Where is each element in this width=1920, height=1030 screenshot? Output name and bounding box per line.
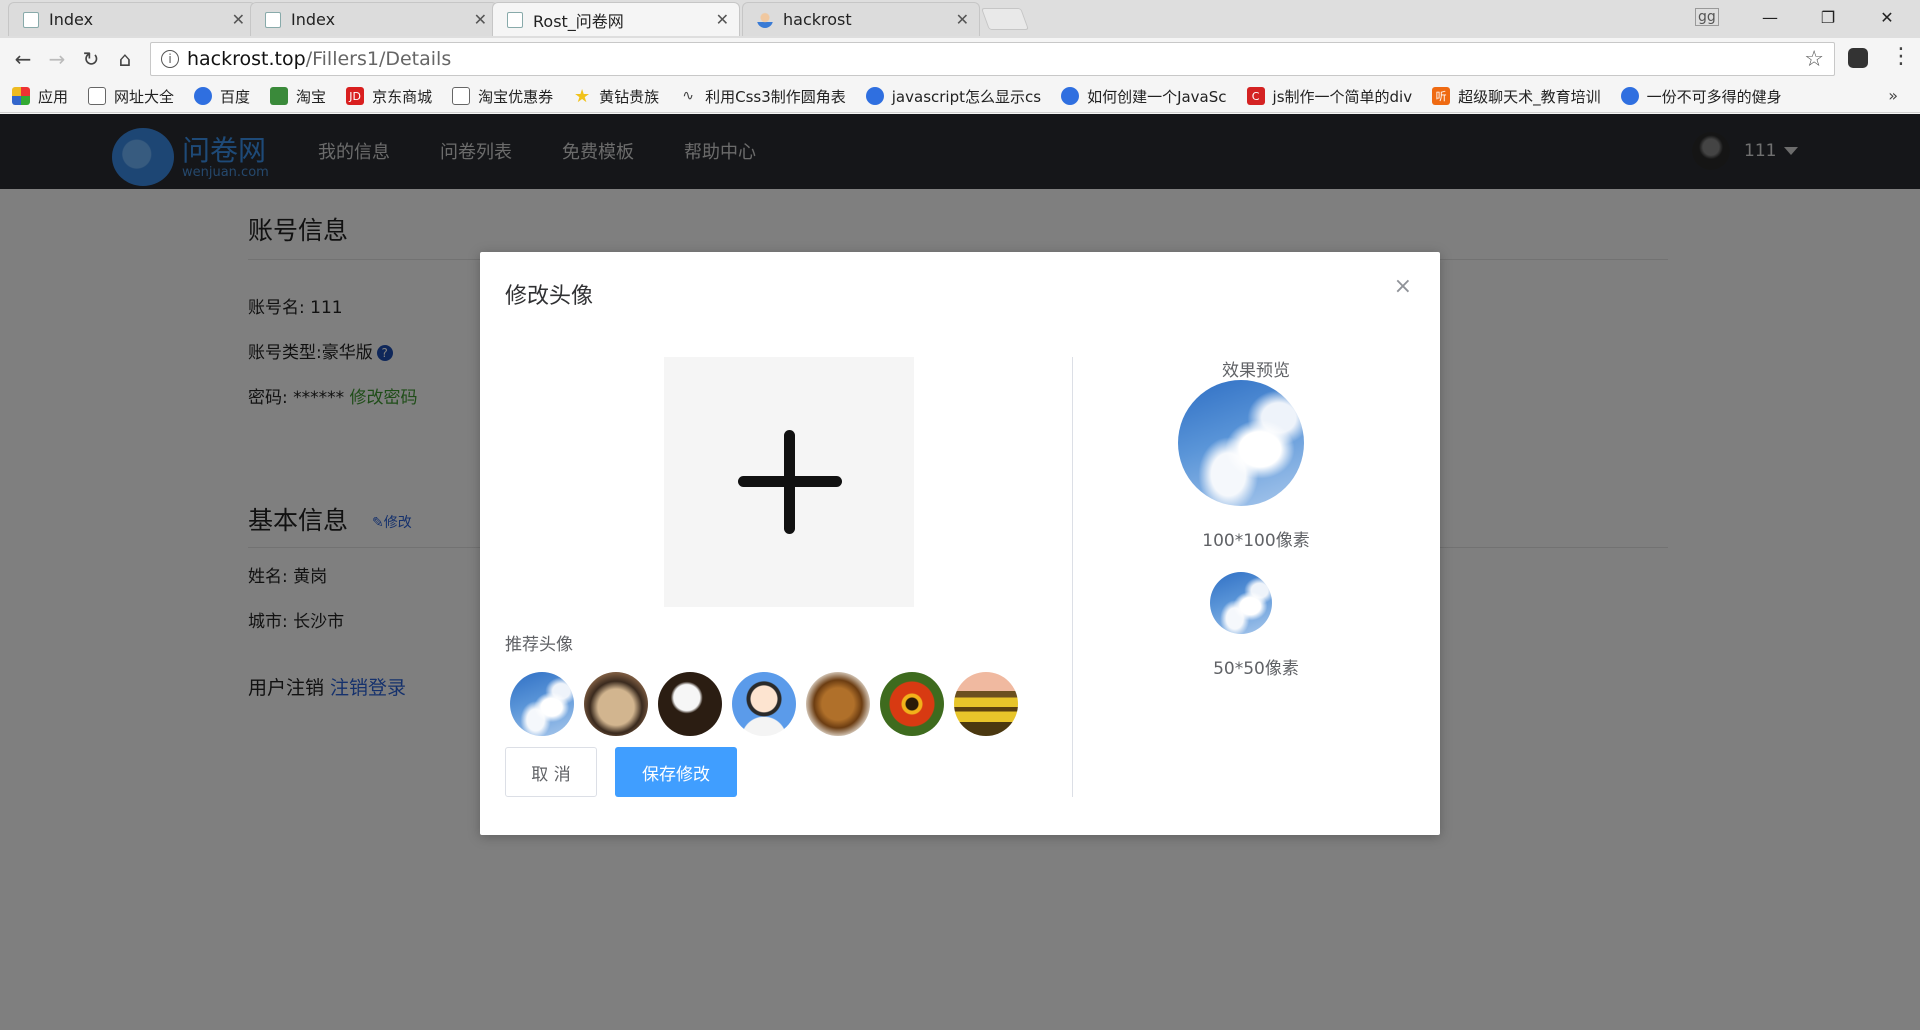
feather-icon: ∿ bbox=[682, 88, 694, 104]
bookmark-coupon[interactable]: 淘宝优惠券 bbox=[452, 86, 553, 107]
address-bar[interactable]: i hackrost.top/Fillers1/Details ☆ bbox=[150, 42, 1835, 76]
avatar-upload-area[interactable] bbox=[664, 357, 914, 607]
avatar-option-flower[interactable] bbox=[880, 672, 944, 736]
bookmark-label: 百度 bbox=[220, 87, 251, 106]
avatar-preview-small bbox=[1210, 572, 1272, 634]
bookmark-fitness[interactable]: 一份不可多得的健身 bbox=[1620, 86, 1782, 107]
bookmark-apps[interactable]: 应用 bbox=[12, 86, 68, 107]
close-icon[interactable]: ✕ bbox=[716, 10, 729, 29]
page-icon bbox=[507, 11, 523, 28]
bookmark-taobao[interactable]: 淘宝 bbox=[270, 86, 326, 107]
browser-toolbar: ← → ↻ ⌂ i hackrost.top/Fillers1/Details … bbox=[0, 38, 1920, 80]
avatar-option-tulip-field[interactable] bbox=[954, 672, 1018, 736]
forward-arrow-icon[interactable]: → bbox=[44, 46, 70, 72]
tab-title: Rost_问卷网 bbox=[533, 11, 624, 31]
bookmarks-bar: 应用 网址大全 百度 淘宝 JD 京东商城 淘宝优惠券 ★ 黄钻贵族 ∿ 利用Css3… bbox=[0, 80, 1920, 113]
preview-size-large-label: 100*100像素 bbox=[1202, 531, 1310, 551]
page-icon bbox=[23, 11, 39, 28]
close-window-button[interactable]: ✕ bbox=[1862, 0, 1912, 34]
close-icon[interactable]: × bbox=[1394, 274, 1412, 299]
bookmark-baidu[interactable]: 百度 bbox=[194, 86, 250, 107]
baidu-paw-icon bbox=[1620, 87, 1639, 105]
bookmark-wangzhi[interactable]: 网址大全 bbox=[88, 86, 174, 107]
tingting-icon: 听 bbox=[1432, 87, 1451, 105]
back-arrow-icon[interactable]: ← bbox=[10, 46, 36, 72]
bookmark-label: 京东商城 bbox=[372, 87, 433, 106]
page-icon bbox=[88, 87, 107, 105]
preview-title: 效果预览 bbox=[1222, 361, 1290, 381]
tab-hackrost[interactable]: hackrost ✕ bbox=[742, 2, 980, 36]
new-tab-button[interactable] bbox=[980, 8, 1030, 30]
bookmark-label: 淘宝 bbox=[296, 87, 327, 106]
bookmark-label: 利用Css3制作圆角表 bbox=[705, 87, 846, 106]
bookmark-label: 淘宝优惠券 bbox=[478, 87, 554, 106]
bookmark-label: javascript怎么显示cs bbox=[891, 87, 1042, 106]
dialog-title: 修改头像 bbox=[505, 284, 594, 309]
bookmark-jd[interactable]: JD 京东商城 bbox=[346, 86, 432, 107]
menu-icon[interactable]: ⋮ bbox=[1890, 44, 1912, 69]
home-icon[interactable]: ⌂ bbox=[112, 46, 138, 72]
person-icon bbox=[757, 11, 773, 28]
change-avatar-dialog: 修改头像 × 推荐头像 取 消 保存修改 效果预览 100*100像素 50*5… bbox=[480, 252, 1440, 835]
divider bbox=[1072, 357, 1073, 797]
tab-title: hackrost bbox=[783, 10, 852, 29]
save-button[interactable]: 保存修改 bbox=[615, 747, 737, 797]
close-icon[interactable]: ✕ bbox=[232, 10, 245, 29]
bookmark-label: 黄钻贵族 bbox=[599, 87, 660, 106]
plus-icon bbox=[784, 430, 795, 534]
apps-grid-icon bbox=[12, 87, 30, 105]
extension-icon[interactable] bbox=[1848, 48, 1868, 68]
bookmark-yellow-diamond[interactable]: ★ 黄钻贵族 bbox=[573, 86, 659, 107]
bookmark-label: 一份不可多得的健身 bbox=[1646, 87, 1782, 106]
cancel-button[interactable]: 取 消 bbox=[505, 747, 597, 797]
csdn-icon: C bbox=[1246, 87, 1265, 105]
avatar-option-pug[interactable] bbox=[584, 672, 648, 736]
url-host: hackrost.top bbox=[187, 48, 306, 70]
baidu-paw-icon bbox=[865, 87, 884, 105]
close-icon[interactable]: ✕ bbox=[474, 10, 487, 29]
avatar-option-cartoon-man[interactable] bbox=[732, 672, 796, 736]
tab-rost-wenjuan[interactable]: Rost_问卷网 ✕ bbox=[492, 2, 740, 36]
reload-icon[interactable]: ↻ bbox=[78, 46, 104, 72]
bookmark-js-div[interactable]: Cjs制作一个简单的div bbox=[1246, 86, 1413, 107]
url-path: /Fillers1/Details bbox=[305, 48, 452, 70]
page-icon bbox=[265, 11, 281, 28]
avatar-option-horse[interactable] bbox=[806, 672, 870, 736]
avatar-option-eagle[interactable] bbox=[658, 672, 722, 736]
minimize-button[interactable]: — bbox=[1745, 0, 1795, 34]
taobao-icon bbox=[270, 87, 289, 105]
baidu-paw-icon bbox=[194, 87, 213, 105]
page-icon bbox=[452, 87, 471, 105]
recommended-avatars bbox=[510, 672, 1028, 736]
avatar-preview-large bbox=[1178, 380, 1304, 506]
tab-index-1[interactable]: Index ✕ bbox=[8, 2, 256, 36]
tab-title: Index bbox=[291, 10, 336, 29]
info-icon[interactable]: i bbox=[161, 50, 179, 68]
baidu-paw-icon bbox=[1061, 87, 1080, 105]
jd-icon: JD bbox=[346, 87, 365, 105]
bookmark-label: 网址大全 bbox=[114, 87, 175, 106]
bookmark-javasc[interactable]: 如何创建一个JavaSc bbox=[1061, 86, 1227, 107]
bookmark-label: 应用 bbox=[38, 87, 69, 106]
tab-title: Index bbox=[49, 10, 94, 29]
bookmark-javascript[interactable]: javascript怎么显示cs bbox=[865, 86, 1042, 107]
more-bookmarks-icon[interactable]: » bbox=[1888, 86, 1898, 105]
browser-tab-bar: Index ✕ Index ✕ Rost_问卷网 ✕ hackrost ✕ gg… bbox=[0, 0, 1920, 38]
preview-size-small-label: 50*50像素 bbox=[1213, 659, 1299, 679]
bookmark-css3[interactable]: ∿ 利用Css3制作圆角表 bbox=[679, 86, 846, 107]
bookmark-label: 如何创建一个JavaSc bbox=[1087, 87, 1227, 106]
recommended-avatars-label: 推荐头像 bbox=[505, 635, 573, 655]
star-icon: ★ bbox=[574, 85, 591, 107]
bookmark-label: 超级聊天术_教育培训 bbox=[1458, 87, 1601, 106]
bookmark-star-icon[interactable]: ☆ bbox=[1804, 47, 1824, 72]
profile-badge[interactable]: gg bbox=[1695, 8, 1719, 26]
avatar-option-sky[interactable] bbox=[510, 672, 574, 736]
bookmark-label: js制作一个简单的div bbox=[1272, 87, 1413, 106]
tab-index-2[interactable]: Index ✕ bbox=[250, 2, 498, 36]
bookmark-chat[interactable]: 听超级聊天术_教育培训 bbox=[1432, 86, 1601, 107]
close-icon[interactable]: ✕ bbox=[956, 10, 969, 29]
restore-button[interactable]: ❐ bbox=[1803, 0, 1853, 34]
